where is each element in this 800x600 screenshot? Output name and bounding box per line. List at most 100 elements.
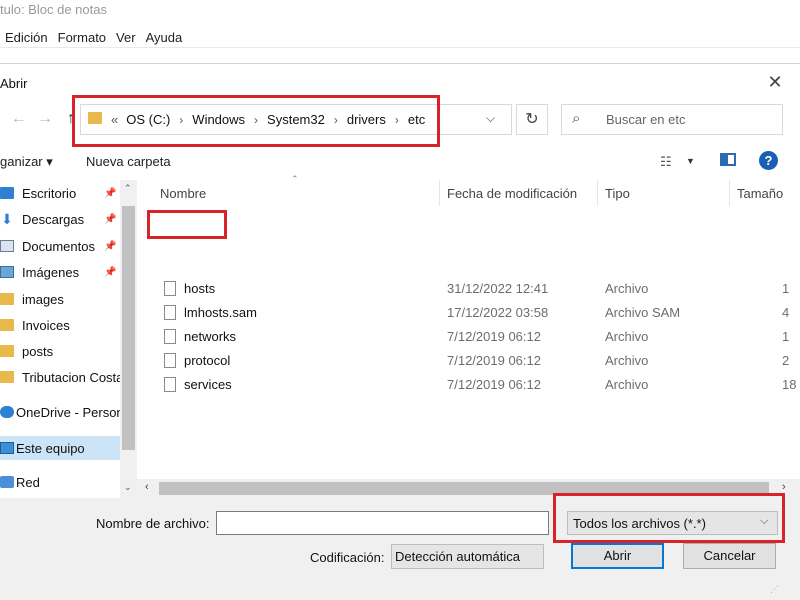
file-row-protocol[interactable]: protocol 7/12/2019 06:12 Archivo 2	[137, 350, 800, 374]
cancel-button[interactable]: Cancelar	[683, 543, 776, 569]
desktop-icon	[0, 187, 14, 199]
file-type: Archivo	[605, 281, 649, 296]
column-divider[interactable]	[597, 180, 598, 206]
sidebar-item-label: Documentos	[22, 238, 95, 254]
folder-icon	[0, 345, 14, 357]
pin-icon[interactable]: 📌	[104, 241, 116, 252]
sidebar-item-tributacion[interactable]: Tributacion Costa	[0, 366, 120, 388]
file-row-hosts[interactable]: hosts 31/12/2022 12:41 Archivo 1	[137, 278, 800, 302]
sort-ascending-icon: ⌃	[291, 174, 299, 184]
file-type: Archivo SAM	[605, 305, 681, 320]
sidebar-item-imagenes[interactable]: Imágenes 📌	[0, 261, 120, 283]
file-date: 31/12/2022 12:41	[447, 281, 549, 296]
resize-grip-icon[interactable]: ⋰	[770, 584, 779, 595]
file-size: 18	[782, 377, 797, 392]
sidebar-item-images[interactable]: images	[0, 288, 120, 310]
scrollbar-thumb[interactable]	[122, 206, 135, 450]
chevron-up-icon[interactable]: ⌃	[124, 183, 132, 194]
sidebar-item-label: Red	[16, 474, 40, 490]
open-dialog: Abrir ✕ → → ↑ « OS (C:) › Windows › Syst…	[0, 63, 800, 600]
pictures-icon	[0, 266, 14, 278]
file-date: 7/12/2019 06:12	[447, 377, 541, 392]
file-type: Archivo	[605, 353, 649, 368]
column-divider[interactable]	[729, 180, 730, 206]
close-icon[interactable]: ✕	[763, 70, 787, 94]
sidebar-item-documentos[interactable]: Documentos 📌	[0, 235, 120, 257]
search-input[interactable]: ⌕ Buscar en etc	[561, 104, 783, 135]
help-icon[interactable]: ?	[759, 151, 778, 170]
menu-formato[interactable]: Formato	[58, 30, 106, 45]
pin-icon[interactable]: 📌	[104, 214, 116, 225]
sidebar-item-label: Imágenes	[22, 264, 80, 280]
organize-menu[interactable]: ganizar ▾	[0, 154, 53, 170]
sidebar-item-red[interactable]: Red	[0, 471, 120, 493]
folder-icon	[0, 319, 14, 331]
encoding-value: Detección automática	[395, 549, 521, 564]
chevron-down-icon[interactable]: ▼	[686, 156, 695, 166]
file-date: 7/12/2019 06:12	[447, 329, 541, 344]
filename-input[interactable]	[216, 511, 549, 535]
folder-icon	[0, 293, 14, 305]
file-row-networks[interactable]: networks 7/12/2019 06:12 Archivo 1	[137, 326, 800, 350]
onedrive-icon	[0, 406, 14, 418]
file-size: 2	[782, 353, 790, 368]
navigation-pane: Escritorio 📌 ⬇ Descargas 📌 Documentos 📌 …	[0, 180, 137, 498]
file-name: protocol	[184, 353, 231, 368]
chevron-right-icon[interactable]: ›	[782, 481, 786, 493]
sidebar-item-label: Este equipo	[16, 440, 85, 456]
sidebar-item-label: Escritorio	[22, 185, 77, 201]
file-icon	[164, 353, 176, 368]
sidebar-item-descargas[interactable]: ⬇ Descargas 📌	[0, 208, 120, 230]
file-date: 7/12/2019 06:12	[447, 353, 541, 368]
chevron-down-icon[interactable]: ⌵	[486, 111, 495, 126]
encoding-label: Codificación:	[310, 550, 385, 565]
file-name: services	[184, 377, 232, 392]
column-header-size[interactable]: Tamaño	[737, 186, 783, 201]
file-size: 1	[782, 329, 790, 344]
menubar-divider	[0, 47, 800, 48]
column-divider[interactable]	[439, 180, 440, 206]
notepad-menubar: Edición Formato Ver Ayuda	[5, 30, 182, 45]
file-date: 17/12/2022 03:58	[447, 305, 549, 320]
sidebar-scrollbar[interactable]: ⌃ ⌄	[120, 180, 137, 498]
column-header-date[interactable]: Fecha de modificación	[447, 186, 577, 201]
file-list: ⌃ Nombre Fecha de modificación Tipo Tama…	[137, 174, 800, 498]
pin-icon[interactable]: 📌	[104, 188, 116, 199]
sidebar-item-escritorio[interactable]: Escritorio 📌	[0, 182, 120, 204]
new-folder-button[interactable]: Nueva carpeta	[86, 154, 171, 169]
sidebar-item-posts[interactable]: posts	[0, 340, 120, 362]
documents-icon	[0, 240, 14, 252]
forward-arrow-icon[interactable]: →	[34, 108, 56, 130]
search-icon: ⌕	[572, 110, 581, 127]
column-header-name[interactable]: Nombre	[160, 186, 206, 201]
preview-pane-icon[interactable]	[720, 153, 736, 166]
open-button[interactable]: Abrir	[571, 543, 664, 569]
file-icon	[164, 281, 176, 296]
file-row-lmhosts[interactable]: lmhosts.sam 17/12/2022 03:58 Archivo SAM…	[137, 302, 800, 326]
file-row-services[interactable]: services 7/12/2019 06:12 Archivo 18	[137, 374, 800, 398]
sidebar-item-onedrive[interactable]: OneDrive - Person	[0, 401, 120, 423]
menu-edicion[interactable]: Edición	[5, 30, 48, 45]
file-type: Archivo	[605, 377, 649, 392]
search-placeholder: Buscar en etc	[606, 112, 686, 127]
view-options-icon[interactable]: ☷	[660, 154, 672, 170]
back-arrow-icon[interactable]: →	[8, 108, 30, 130]
menu-ayuda[interactable]: Ayuda	[146, 30, 183, 45]
chevron-down-icon[interactable]: ⌄	[124, 482, 132, 493]
sidebar-item-label: images	[22, 291, 64, 307]
highlight-hosts-file	[147, 210, 227, 239]
sidebar-item-invoices[interactable]: Invoices	[0, 314, 120, 336]
chevron-left-icon[interactable]: ‹	[145, 481, 149, 493]
encoding-select[interactable]: Detección automática	[391, 544, 544, 569]
column-header-type[interactable]: Tipo	[605, 186, 630, 201]
computer-icon	[0, 442, 14, 454]
refresh-icon[interactable]: ↻	[516, 104, 548, 135]
menu-ver[interactable]: Ver	[116, 30, 136, 45]
highlight-file-type	[553, 493, 785, 543]
pin-icon[interactable]: 📌	[104, 267, 116, 278]
folder-icon	[0, 371, 14, 383]
file-icon	[164, 377, 176, 392]
sidebar-item-este-equipo[interactable]: Este equipo	[0, 436, 120, 460]
file-type: Archivo	[605, 329, 649, 344]
file-name: networks	[184, 329, 237, 344]
